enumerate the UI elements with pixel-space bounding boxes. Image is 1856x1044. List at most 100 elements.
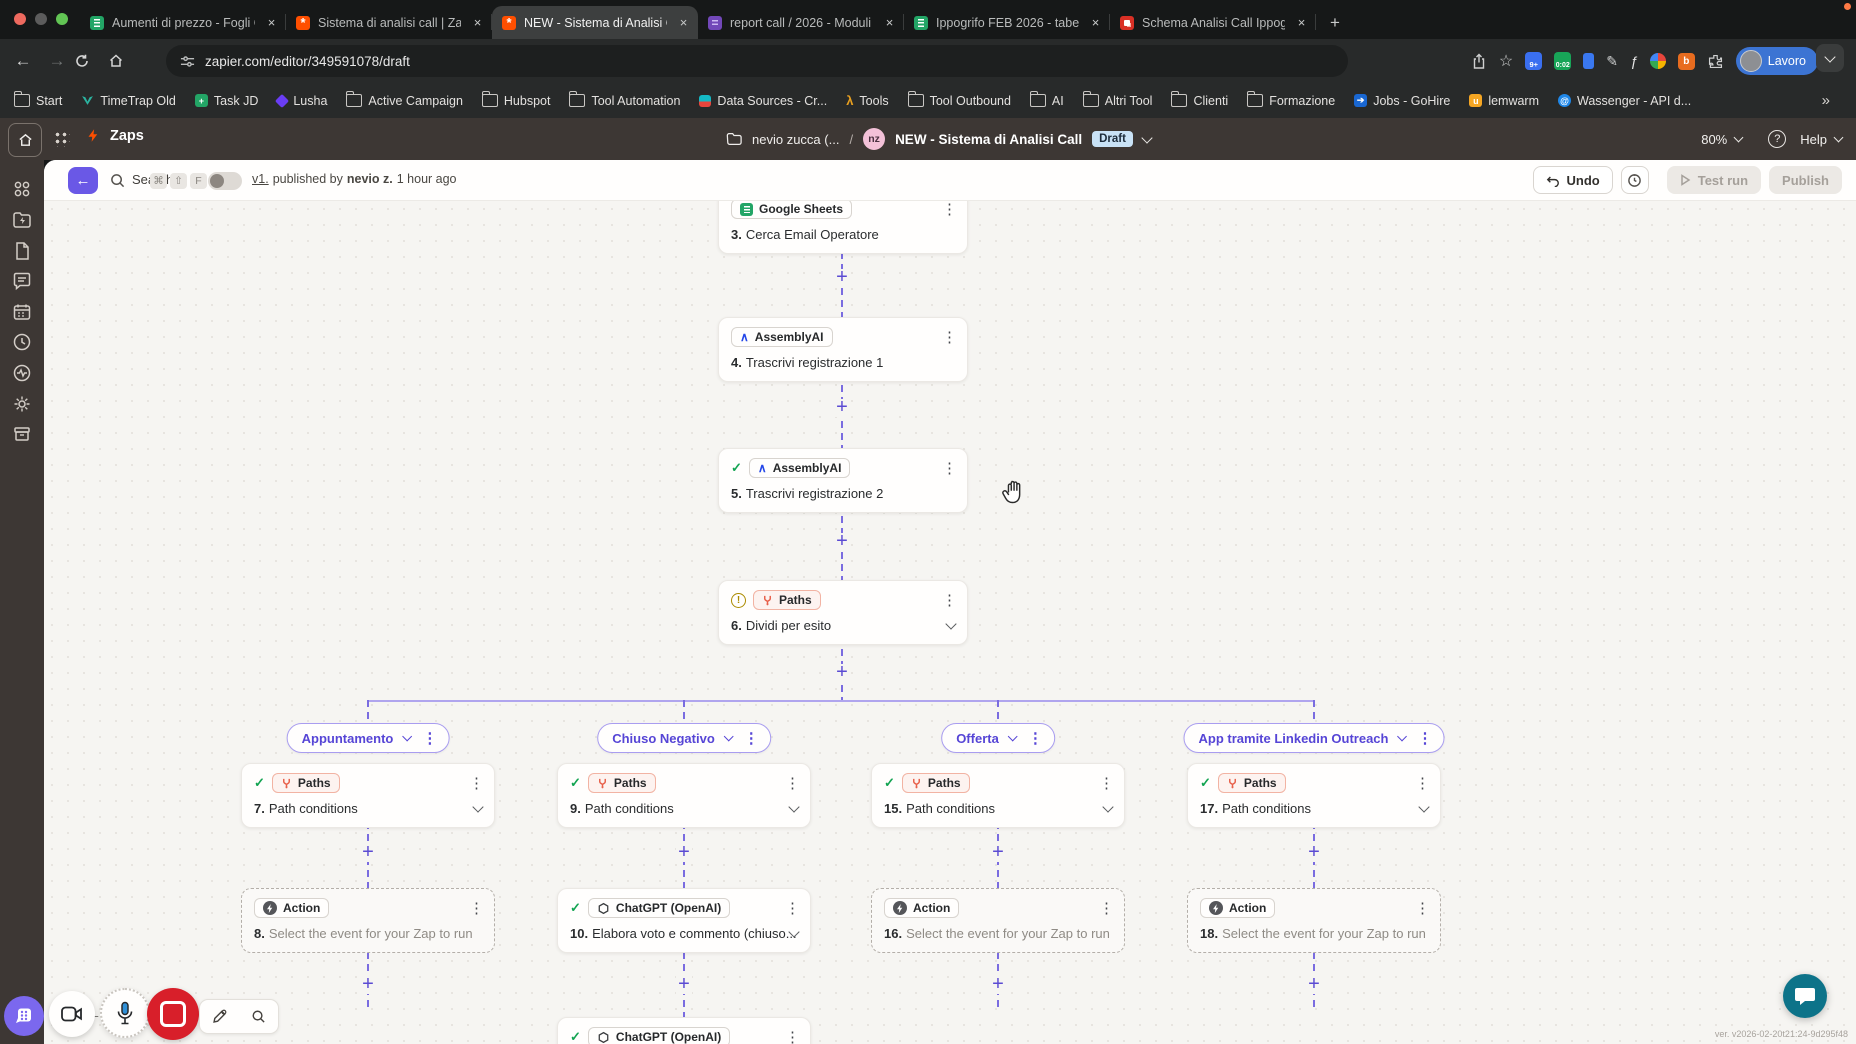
extension-fn-icon[interactable]: ƒ: [1630, 53, 1638, 69]
zap-title[interactable]: NEW - Sistema di Analisi Call: [895, 132, 1082, 147]
search-icon[interactable]: [110, 173, 125, 188]
home-icon[interactable]: [108, 53, 142, 69]
bookmark-lemwarm[interactable]: ulemwarm: [1469, 94, 1539, 108]
undo-button[interactable]: Undo: [1533, 166, 1613, 194]
minimize-window-button[interactable]: [35, 13, 47, 25]
branch-pill-chiuso-negativo[interactable]: Chiuso Negativo⋮: [597, 723, 771, 753]
url-text[interactable]: zapier.com/editor/349591078/draft: [205, 54, 410, 69]
sidebar-zaps-folder-icon[interactable]: [12, 210, 32, 230]
tab-moduli-report[interactable]: report call / 2026 - Moduli Go ×: [698, 6, 904, 39]
chevron-down-icon[interactable]: [402, 732, 412, 742]
sidebar-calendar-icon[interactable]: [12, 302, 32, 322]
test-run-button[interactable]: Test run: [1667, 166, 1761, 194]
branch-menu-icon[interactable]: ⋮: [1417, 731, 1432, 746]
magnifier-icon[interactable]: [251, 1009, 266, 1024]
sidebar-history-icon[interactable]: [12, 332, 32, 352]
step-menu-icon[interactable]: ⋮: [942, 202, 957, 217]
close-icon[interactable]: ×: [263, 14, 280, 31]
back-button[interactable]: ←: [68, 167, 98, 194]
step-card-9[interactable]: ✓ Paths ⋮ 9.Path conditions: [557, 763, 811, 828]
version-link[interactable]: v1.: [252, 172, 269, 186]
branch-menu-icon[interactable]: ⋮: [744, 731, 759, 746]
bookmark-gohire[interactable]: ➔Jobs - GoHire: [1354, 94, 1450, 108]
bookmark-taskjd[interactable]: +Task JD: [195, 94, 258, 108]
bookmark-tool-outbound[interactable]: Tool Outbound: [908, 94, 1011, 108]
step-menu-icon[interactable]: ⋮: [1099, 776, 1114, 791]
tab-fogli-aumenti[interactable]: Aumenti di prezzo - Fogli Goo ×: [80, 6, 286, 39]
forward-icon[interactable]: →: [40, 51, 74, 71]
title-chevron-icon[interactable]: [1141, 132, 1152, 143]
step-menu-icon[interactable]: ⋮: [942, 461, 957, 476]
reload-icon[interactable]: [74, 53, 108, 69]
bookmark-active-campaign[interactable]: Active Campaign: [346, 94, 463, 108]
branch-menu-icon[interactable]: ⋮: [1028, 731, 1043, 746]
share-icon[interactable]: [1471, 53, 1487, 70]
step-card-16[interactable]: Action ⋮ 16.Select the event for your Za…: [871, 888, 1125, 953]
extension-orange-icon[interactable]: b: [1678, 53, 1695, 70]
new-tab-button[interactable]: +: [1322, 10, 1348, 36]
step-card-6[interactable]: ! Paths ⋮ 6.Dividi per esito: [718, 580, 968, 645]
widget-launcher-button[interactable]: [4, 996, 44, 1036]
add-step-button[interactable]: +: [360, 976, 376, 994]
extension-blue-icon[interactable]: [1583, 53, 1594, 69]
step-card-4[interactable]: ∧AssemblyAI ⋮ 4.Trascrivi registrazione …: [718, 317, 968, 382]
step-card-15[interactable]: ✓ Paths ⋮ 15.Path conditions: [871, 763, 1125, 828]
branch-pill-linkedin-outreach[interactable]: App tramite Linkedin Outreach⋮: [1184, 723, 1445, 753]
breadcrumb-workspace[interactable]: nevio zucca (...: [752, 132, 839, 147]
support-chat-button[interactable]: [1783, 974, 1827, 1018]
step-card-bottom-partial[interactable]: ✓ ChatGPT (OpenAI) ⋮: [557, 1017, 811, 1044]
add-step-button[interactable]: +: [834, 399, 850, 417]
bookmark-start[interactable]: Start: [14, 94, 62, 108]
close-icon[interactable]: ×: [675, 14, 692, 31]
zap-canvas[interactable]: + + + + + + + + + + + + Google Sheets ⋮: [44, 201, 1856, 1044]
url-bar[interactable]: zapier.com/editor/349591078/draft: [166, 45, 1348, 77]
branch-pill-offerta[interactable]: Offerta⋮: [941, 723, 1055, 753]
step-menu-icon[interactable]: ⋮: [469, 776, 484, 791]
browser-profile-chip[interactable]: Lavoro: [1736, 47, 1818, 75]
add-step-button[interactable]: +: [990, 844, 1006, 862]
maximize-window-button[interactable]: [56, 13, 68, 25]
bookmark-star-icon[interactable]: ☆: [1499, 51, 1513, 71]
tab-zapier-new-active[interactable]: * NEW - Sistema di Analisi Call ×: [492, 6, 698, 39]
step-card-17[interactable]: ✓ Paths ⋮ 17.Path conditions: [1187, 763, 1441, 828]
step-card-5[interactable]: ✓ ∧AssemblyAI ⋮ 5.Trascrivi registrazion…: [718, 448, 968, 513]
step-card-7[interactable]: ✓ Paths ⋮ 7.Path conditions: [241, 763, 495, 828]
tab-ippogrifo-tabella[interactable]: Ippogrifo FEB 2026 - tabella a ×: [904, 6, 1110, 39]
bookmark-clienti[interactable]: Clienti: [1171, 94, 1228, 108]
step-menu-icon[interactable]: ⋮: [942, 330, 957, 345]
step-menu-icon[interactable]: ⋮: [1415, 901, 1430, 916]
step-menu-icon[interactable]: ⋮: [785, 776, 800, 791]
step-menu-icon[interactable]: ⋮: [942, 593, 957, 608]
home-button[interactable]: [8, 123, 42, 157]
extensions-puzzle-icon[interactable]: [1707, 53, 1724, 70]
tab-overflow-chevron[interactable]: [1816, 44, 1844, 72]
add-step-button[interactable]: +: [360, 844, 376, 862]
window-controls[interactable]: [14, 13, 68, 25]
branch-menu-icon[interactable]: ⋮: [422, 731, 437, 746]
chevron-down-icon[interactable]: [1007, 732, 1017, 742]
close-icon[interactable]: ×: [469, 14, 486, 31]
bookmark-wassenger[interactable]: @Wassenger - API d...: [1558, 94, 1691, 108]
bookmark-ai[interactable]: AI: [1030, 94, 1064, 108]
add-step-button[interactable]: +: [1306, 844, 1322, 862]
close-icon[interactable]: ×: [1087, 14, 1104, 31]
microphone-button[interactable]: [100, 988, 150, 1038]
bookmark-lusha[interactable]: Lusha: [277, 94, 327, 108]
step-menu-icon[interactable]: ⋮: [469, 901, 484, 916]
sidebar-apps-icon[interactable]: [12, 179, 32, 199]
zaps-nav[interactable]: Zaps: [86, 127, 144, 144]
tab-schema-analisi[interactable]: Schema Analisi Call Ippogrifo ×: [1110, 6, 1316, 39]
add-step-button[interactable]: +: [1306, 976, 1322, 994]
back-icon[interactable]: ←: [6, 51, 40, 71]
sidebar-document-icon[interactable]: [12, 241, 32, 261]
site-settings-icon[interactable]: [180, 54, 195, 69]
zoom-control[interactable]: 80%: [1701, 132, 1742, 147]
extension-wheel-icon[interactable]: [1650, 53, 1666, 69]
branch-pill-appuntamento[interactable]: Appuntamento⋮: [287, 723, 450, 753]
add-step-button[interactable]: +: [676, 844, 692, 862]
step-menu-icon[interactable]: ⋮: [1415, 776, 1430, 791]
help-menu[interactable]: ? Help: [1768, 130, 1842, 148]
add-step-button[interactable]: +: [676, 976, 692, 994]
sidebar-archive-icon[interactable]: [12, 424, 32, 444]
add-step-button[interactable]: +: [834, 533, 850, 551]
